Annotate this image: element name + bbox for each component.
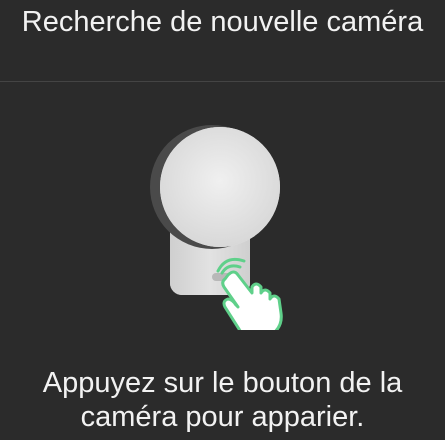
instruction-line-2: caméra pour apparier. xyxy=(80,401,365,433)
pairing-instruction: Appuyez sur le bouton de la caméra pour … xyxy=(0,366,445,434)
camera-illustration xyxy=(140,125,300,339)
page-title: Recherche de nouvelle caméra xyxy=(21,6,424,38)
camera-pairing-icon xyxy=(150,125,283,339)
header-divider xyxy=(0,81,445,82)
instruction-line-1: Appuyez sur le bouton de la xyxy=(42,367,403,399)
app-header: Recherche de nouvelle caméra xyxy=(0,0,445,82)
